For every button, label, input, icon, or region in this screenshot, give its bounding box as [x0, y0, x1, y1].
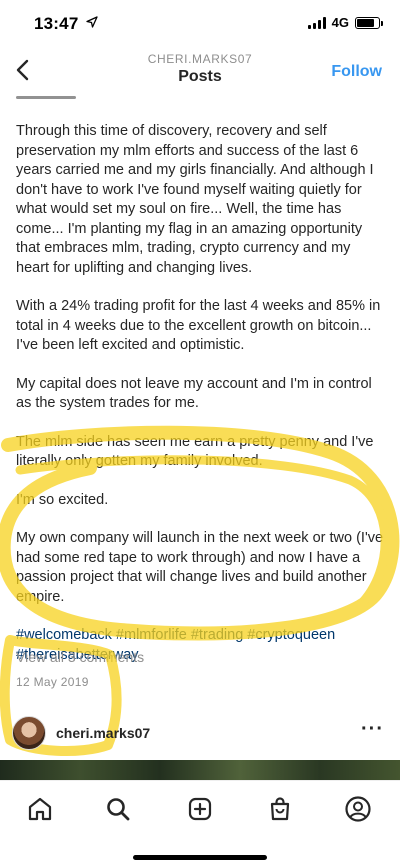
shop-icon[interactable]: [262, 791, 298, 827]
signal-icon: [307, 16, 326, 29]
search-icon[interactable]: [100, 791, 136, 827]
follow-button[interactable]: Follow: [331, 63, 382, 81]
more-options-button[interactable]: ···: [361, 718, 384, 741]
caption-paragraph: My own company will launch in the next w…: [16, 530, 384, 605]
next-post-image: [0, 760, 400, 780]
home-icon[interactable]: [22, 791, 58, 827]
tab-bar: [0, 780, 400, 836]
location-arrow-icon: [86, 16, 98, 28]
next-post-username[interactable]: cheri.marks07: [56, 725, 150, 741]
post-caption: Through this time of discovery, recovery…: [16, 96, 386, 684]
battery-icon: [355, 16, 383, 29]
profile-icon[interactable]: [340, 791, 376, 827]
network-type: 4G: [331, 15, 349, 30]
new-post-icon[interactable]: [182, 791, 218, 827]
caption-paragraph: The mlm side has seen me earn a pretty p…: [16, 433, 374, 470]
truncated-text-line: [16, 96, 386, 108]
next-post-header: cheri.marks07 ···: [0, 712, 400, 756]
status-time: 13:47: [34, 14, 79, 33]
view-comments-link[interactable]: View all 3 comments: [16, 649, 144, 665]
caption-paragraph: My capital does not leave my account and…: [16, 375, 372, 412]
caption-paragraph: I'm so excited.: [16, 491, 109, 508]
avatar[interactable]: [12, 716, 46, 750]
home-indicator: [133, 855, 267, 860]
post-date: 12 May 2019: [16, 675, 89, 689]
caption-paragraph: With a 24% trading profit for the last 4…: [16, 298, 381, 353]
caption-paragraph: Through this time of discovery, recovery…: [16, 123, 374, 276]
nav-header: CHERI.MARKS07 Posts Follow: [0, 44, 400, 96]
status-bar: 13:47 4G: [0, 0, 400, 44]
